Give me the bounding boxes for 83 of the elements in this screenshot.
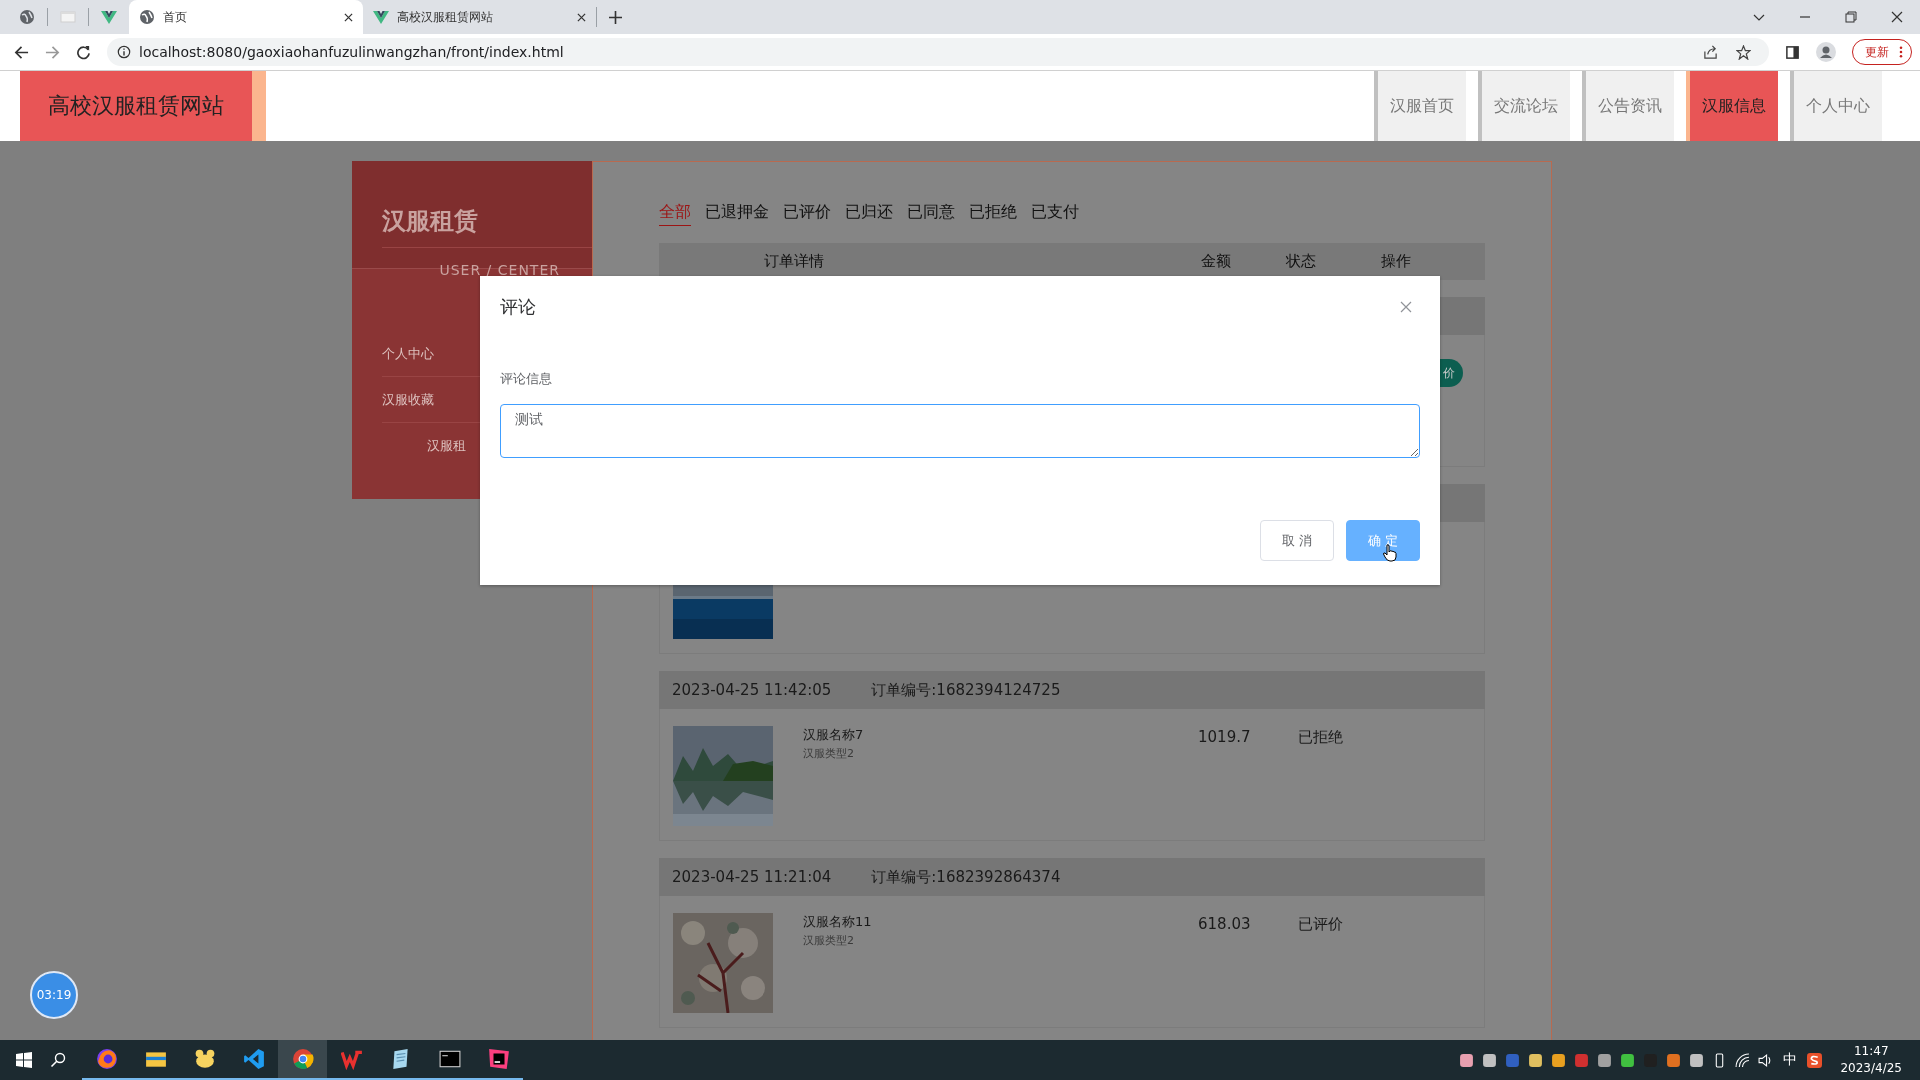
column-header: 金额 — [1201, 252, 1232, 271]
back-icon[interactable] — [14, 44, 29, 60]
browser-tab[interactable]: 高校汉服租赁网站 — [363, 7, 597, 27]
update-button[interactable]: 更新 — [1852, 39, 1912, 65]
nav-item[interactable]: 汉服信息 — [1686, 71, 1778, 141]
animal-head-icon — [193, 1048, 216, 1070]
comment-field[interactable]: 测试 — [500, 404, 1420, 458]
column-header: 状态 — [1286, 252, 1317, 271]
fox-globe-icon — [95, 1048, 118, 1070]
tray-icon[interactable] — [1459, 1052, 1475, 1068]
item-type: 汉服类型2 — [803, 933, 855, 948]
close-icon[interactable] — [344, 12, 353, 22]
site-title: 高校汉服租赁网站 — [20, 71, 252, 141]
v-logo-icon — [373, 9, 389, 25]
accent-strip — [252, 71, 266, 141]
nav-item[interactable]: 个人中心 — [1790, 71, 1882, 141]
filter-tab[interactable]: 已归还 — [845, 202, 893, 226]
address-bar[interactable]: localhost:8080/gaoxiaohanfuzulinwangzhan/front/index.html — [107, 38, 1769, 66]
url-text: localhost:8080/gaoxiaohanfuzulinwangzhan/front/index.html — [139, 44, 564, 60]
filter-tab[interactable]: 已拒绝 — [969, 202, 1017, 226]
info-icon[interactable] — [117, 45, 131, 59]
wifi-icon[interactable] — [1735, 1052, 1751, 1068]
column-header: 订单详情 — [764, 252, 825, 271]
review-button[interactable]: 价 — [1439, 359, 1463, 387]
profile-icon[interactable] — [1816, 42, 1836, 62]
tab-title: 首页 — [163, 8, 188, 26]
cancel-button[interactable]: 取 消 — [1260, 520, 1334, 561]
side-panel-icon[interactable] — [1785, 44, 1800, 60]
item-name: 汉服名称11 — [803, 913, 873, 931]
order-number: 订单编号:1682394124725 — [871, 680, 1061, 700]
code-editor-icon — [242, 1048, 265, 1070]
sidebar-title: 汉服租赁 — [382, 206, 479, 237]
item-type: 汉服类型2 — [803, 746, 855, 761]
nav-item[interactable]: 公告资讯 — [1582, 71, 1674, 141]
filter-tab[interactable]: 已同意 — [907, 202, 955, 226]
item-name: 汉服名称7 — [803, 726, 865, 744]
tray-icon[interactable] — [1620, 1052, 1636, 1068]
terminal-icon — [438, 1048, 461, 1070]
taskbar-app[interactable] — [278, 1040, 327, 1080]
filter-tab[interactable]: 已退押金 — [705, 202, 769, 226]
star-icon[interactable] — [1736, 44, 1751, 60]
status-cell: 已拒绝 — [1298, 728, 1343, 747]
ide-icon — [487, 1048, 510, 1070]
restore-icon[interactable] — [1845, 11, 1857, 23]
amount-cell-text: 1019.7 — [1198, 728, 1252, 746]
s-logo-icon[interactable] — [1807, 1052, 1823, 1068]
filter-tab[interactable]: 已评价 — [783, 202, 831, 226]
tray-icon[interactable] — [1689, 1052, 1705, 1068]
clock-time: 11:47 — [1853, 1043, 1889, 1060]
dialog-title: 评论 — [500, 295, 536, 319]
order-time: 2023-04-25 11:42:05 — [672, 681, 832, 699]
close-icon[interactable] — [577, 12, 586, 22]
v-logo-icon[interactable] — [101, 9, 117, 25]
order-time: 2023-04-25 11:21:04 — [672, 868, 832, 886]
tab-title: 高校汉服租赁网站 — [397, 8, 494, 26]
new-tab-icon[interactable] — [609, 10, 622, 24]
nav-item[interactable]: 汉服首页 — [1374, 71, 1466, 141]
chrome-icon — [291, 1048, 314, 1070]
recording-timer: 03:19 — [30, 971, 78, 1019]
w-logo-icon — [340, 1048, 363, 1070]
tray-icon[interactable] — [1666, 1052, 1682, 1068]
filter-tab[interactable]: 已支付 — [1031, 202, 1079, 226]
more-icon — [1899, 46, 1903, 58]
column-header: 操作 — [1381, 252, 1411, 271]
nav-item[interactable]: 交流论坛 — [1478, 71, 1570, 141]
share-icon[interactable] — [1703, 44, 1718, 60]
tray-icon[interactable] — [1528, 1052, 1544, 1068]
globe-icon[interactable] — [19, 9, 35, 25]
input-method-indicator[interactable]: 中 — [1783, 1051, 1798, 1069]
order-number: 订单编号:1682392864374 — [871, 867, 1061, 887]
globe-icon — [139, 9, 155, 25]
tray-icon[interactable] — [1482, 1052, 1498, 1068]
close-icon[interactable] — [1891, 11, 1903, 23]
amount-cell-text: 618.03 — [1198, 915, 1252, 933]
reload-icon[interactable] — [76, 44, 91, 60]
forward-icon[interactable] — [45, 44, 60, 60]
clock-date: 2023/4/25 — [1840, 1060, 1902, 1077]
status-cell: 已评价 — [1298, 915, 1343, 934]
search-icon[interactable] — [50, 1052, 66, 1068]
browser-tab[interactable]: 首页 — [129, 0, 363, 34]
tray-icon[interactable] — [1597, 1052, 1613, 1068]
windows-start-icon[interactable] — [16, 1052, 32, 1068]
tray-icon[interactable] — [1551, 1052, 1567, 1068]
